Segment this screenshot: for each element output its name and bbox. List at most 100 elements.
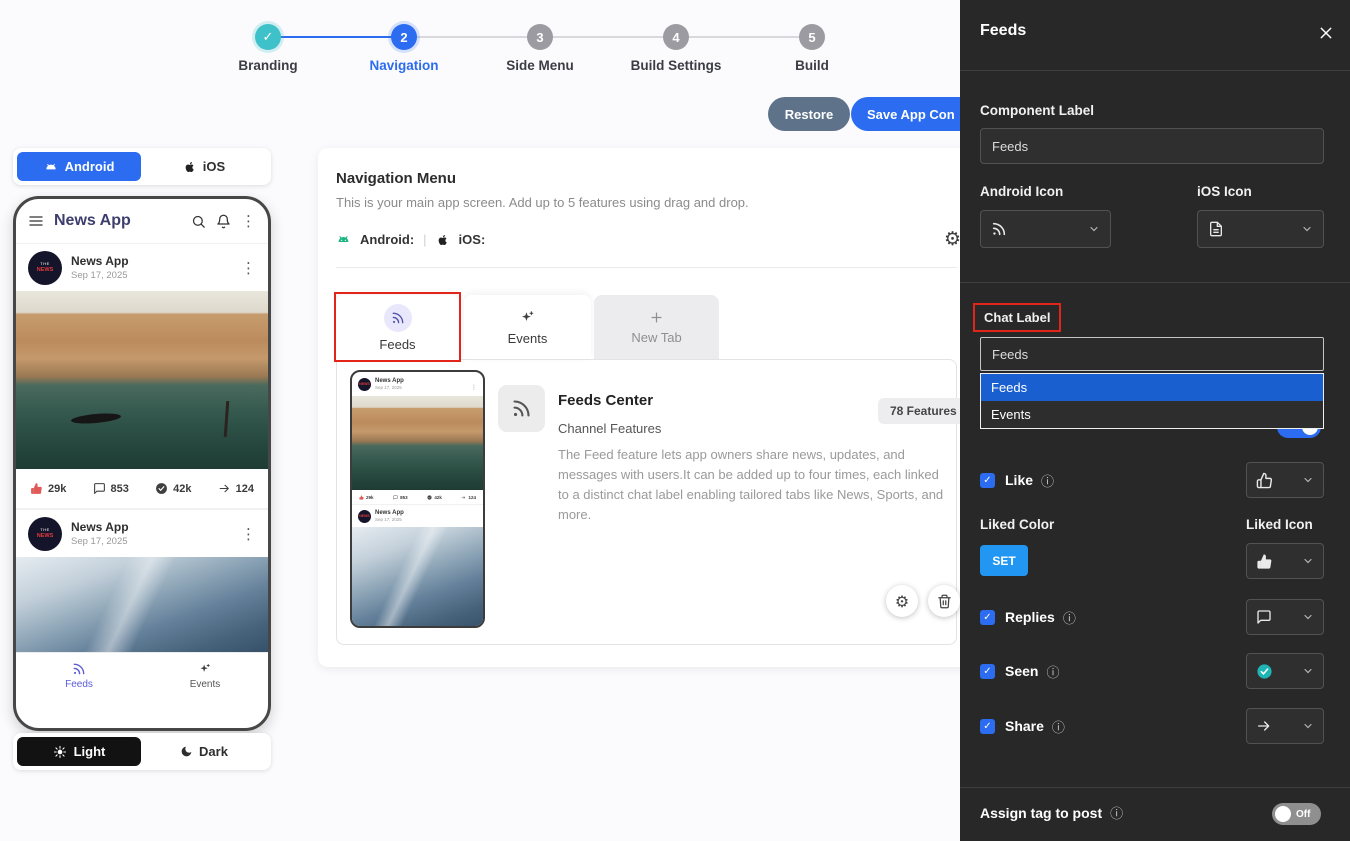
- avatar-text-bottom: NEWS: [37, 533, 54, 540]
- step-side-menu-label: Side Menu: [506, 58, 574, 73]
- tab-new-tab-label: New Tab: [631, 330, 681, 345]
- moon-icon: [180, 745, 193, 758]
- like-checkbox[interactable]: [980, 473, 995, 488]
- post-author: News App: [71, 254, 232, 268]
- seen-count: 42k: [434, 495, 442, 500]
- android-icon-label: Android Icon: [980, 184, 1063, 199]
- share-checkbox[interactable]: [980, 719, 995, 734]
- chat-label-combobox[interactable]: Feeds: [980, 337, 1324, 371]
- like-icon-select[interactable]: [1246, 462, 1324, 498]
- apple-icon: [436, 233, 450, 247]
- post-date: Sep 17, 2025: [375, 385, 467, 390]
- bell-icon[interactable]: [216, 214, 231, 229]
- step-branding[interactable]: ✓ Branding: [200, 8, 336, 73]
- share-icon: [461, 495, 466, 500]
- step-side-menu[interactable]: 3 Side Menu: [472, 8, 608, 73]
- platform-labels-row: Android: | iOS:: [336, 232, 485, 247]
- search-icon[interactable]: [191, 214, 206, 229]
- set-color-button[interactable]: SET: [980, 545, 1028, 576]
- step-navigation-label: Navigation: [369, 58, 438, 73]
- avatar: NEWS: [358, 378, 371, 391]
- share-icon-select[interactable]: [1246, 708, 1324, 744]
- dropdown-option-feeds[interactable]: Feeds: [981, 374, 1323, 401]
- like-setting-row: Like: [980, 462, 1324, 498]
- post-kebab-icon[interactable]: [241, 525, 256, 543]
- comment-icon: [393, 495, 398, 500]
- toggle-knob: [1275, 806, 1291, 822]
- light-theme-label: Light: [74, 744, 106, 759]
- feature-phone-thumbnail: NEWS News App Sep 17, 2025 29k 853 42k 1…: [350, 370, 485, 628]
- save-app-button[interactable]: Save App Con: [851, 97, 977, 131]
- hamburger-menu-icon[interactable]: [28, 213, 44, 229]
- likes-stat[interactable]: 29k: [30, 482, 66, 495]
- post-kebab-icon[interactable]: [241, 259, 256, 277]
- step-build[interactable]: 5 Build: [744, 8, 880, 73]
- feature-settings-gear-button[interactable]: [886, 585, 918, 617]
- seen-icon: [155, 482, 168, 495]
- seen-icon-select[interactable]: [1246, 653, 1324, 689]
- info-icon[interactable]: [1110, 803, 1123, 822]
- phone-nav-events[interactable]: Events: [142, 653, 268, 698]
- likes-count: 29k: [48, 483, 66, 495]
- chevron-down-icon: [1302, 720, 1314, 732]
- tab-new-tab[interactable]: New Tab: [594, 295, 719, 359]
- info-icon[interactable]: [1063, 608, 1076, 627]
- phone-nav-feeds[interactable]: Feeds: [16, 653, 142, 698]
- chevron-down-icon: [1302, 611, 1314, 623]
- info-icon[interactable]: [1052, 717, 1065, 736]
- replies-label: Replies: [1005, 609, 1055, 625]
- post-date: Sep 17, 2025: [375, 517, 477, 522]
- replies-icon-select[interactable]: [1246, 599, 1324, 635]
- step-build-settings[interactable]: 4 Build Settings: [608, 8, 744, 73]
- phone-nav-events-label: Events: [190, 679, 221, 690]
- comments-count: 853: [400, 495, 408, 500]
- info-icon[interactable]: [1046, 662, 1059, 681]
- assign-tag-row: Assign tag to post: [980, 803, 1123, 822]
- close-icon[interactable]: [1318, 25, 1334, 41]
- dropdown-option-events[interactable]: Events: [981, 401, 1323, 428]
- share-label: Share: [1005, 718, 1044, 734]
- light-theme-button[interactable]: Light: [17, 737, 141, 766]
- android-toggle-label: Android: [65, 159, 115, 174]
- step-navigation-marker: 2: [391, 24, 417, 50]
- post-stats-row: 29k 853 42k 124: [16, 469, 268, 509]
- kebab-menu-icon[interactable]: [241, 212, 256, 230]
- wizard-stepper: ✓ Branding 2 Navigation 3 Side Menu 4 Bu…: [200, 8, 880, 78]
- avatar-text: NEWS: [359, 514, 370, 518]
- chat-label-dropdown-list: Feeds Events: [980, 373, 1324, 429]
- info-icon[interactable]: [1041, 471, 1054, 490]
- feature-description: The Feed feature lets app owners share n…: [558, 445, 946, 526]
- phone-bottom-nav: Feeds Events: [16, 652, 268, 698]
- ios-icon-select[interactable]: [1197, 210, 1324, 248]
- android-label: Android:: [360, 232, 414, 247]
- step-navigation[interactable]: 2 Navigation: [336, 8, 472, 73]
- feeds-feature-rss-icon: [498, 385, 545, 432]
- android-icon-select[interactable]: [980, 210, 1111, 248]
- navigation-settings-gear-icon[interactable]: [944, 228, 961, 251]
- liked-icon-select[interactable]: [1246, 543, 1324, 579]
- ios-toggle-label: iOS: [203, 159, 225, 174]
- post-author: News App: [375, 510, 477, 516]
- feature-delete-button[interactable]: [928, 585, 960, 617]
- tab-events[interactable]: Events: [464, 295, 591, 359]
- comments-stat[interactable]: 853: [93, 482, 129, 495]
- tab-feeds[interactable]: Feeds: [336, 295, 459, 361]
- post-image-venice: [352, 396, 483, 490]
- divider: [336, 267, 957, 268]
- post-header: THE NEWS News App Sep 17, 2025: [16, 243, 268, 291]
- dark-theme-button[interactable]: Dark: [141, 744, 267, 759]
- feeds-settings-panel: Feeds Component Label Feeds Android Icon…: [960, 0, 1350, 841]
- restore-button[interactable]: Restore: [768, 97, 850, 131]
- component-label-input[interactable]: Feeds: [980, 128, 1324, 164]
- file-text-icon: [1208, 221, 1224, 237]
- divider: |: [423, 232, 426, 247]
- ios-toggle-button[interactable]: iOS: [141, 159, 267, 174]
- seen-stat[interactable]: 42k: [155, 482, 191, 495]
- assign-tag-toggle[interactable]: Off: [1272, 803, 1321, 825]
- seen-checkbox[interactable]: [980, 664, 995, 679]
- android-toggle-button[interactable]: Android: [17, 152, 141, 181]
- tab-feeds-label: Feeds: [379, 337, 415, 352]
- check-circle-icon: [1256, 663, 1273, 680]
- replies-checkbox[interactable]: [980, 610, 995, 625]
- shares-stat[interactable]: 124: [218, 482, 254, 495]
